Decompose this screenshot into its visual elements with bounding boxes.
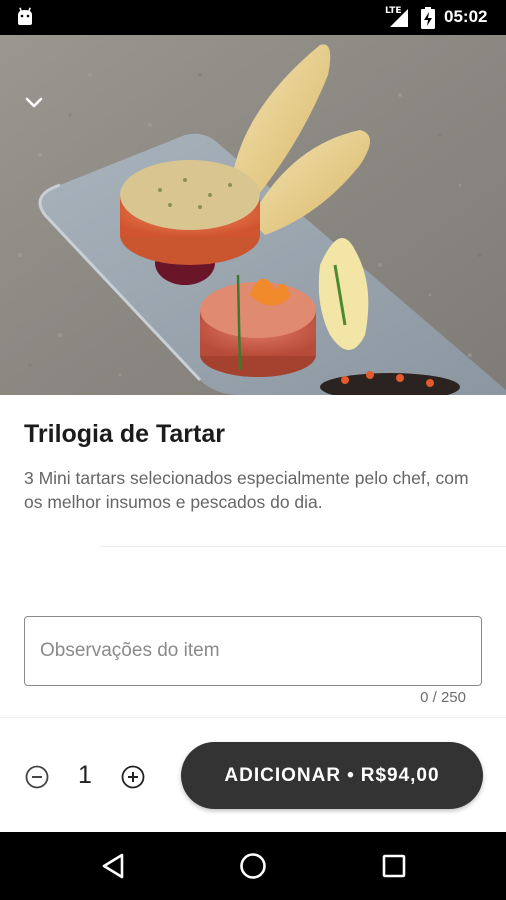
add-button-separator: •: [347, 764, 355, 786]
nav-back-button[interactable]: [98, 850, 130, 882]
clock: 05:02: [444, 7, 488, 26]
close-button[interactable]: [24, 95, 56, 123]
product-title: Trilogia de Tartar: [24, 420, 225, 448]
status-bar: LTE 05:02: [0, 0, 506, 35]
notes-char-counter: 0 / 250: [420, 689, 466, 706]
nav-recents-button[interactable]: [378, 850, 410, 882]
recents-square-icon: [382, 854, 406, 878]
divider: [100, 546, 506, 547]
back-triangle-icon: [102, 853, 124, 879]
home-circle-icon: [240, 853, 266, 879]
minus-circle-icon: [25, 765, 49, 789]
chevron-down-icon: [25, 97, 43, 108]
add-button-price: R$94,00: [360, 764, 440, 786]
increase-quantity-button[interactable]: [121, 765, 145, 789]
item-notes-input[interactable]: [25, 617, 481, 685]
add-button-label: ADICIONAR: [224, 764, 342, 786]
system-nav-bar: [0, 832, 506, 900]
decrease-quantity-button[interactable]: [25, 765, 49, 789]
quantity-value: 1: [78, 761, 92, 789]
battery-charging-icon: [421, 7, 435, 29]
nav-home-button[interactable]: [237, 850, 269, 882]
product-photo: [0, 35, 506, 395]
signal-icon: [390, 9, 408, 27]
plus-circle-icon: [121, 765, 145, 789]
divider: [0, 717, 506, 718]
add-to-cart-button[interactable]: ADICIONAR • R$94,00: [181, 742, 483, 809]
android-icon: [18, 7, 32, 25]
product-description: 3 Mini tartars selecionados especialment…: [24, 468, 469, 512]
item-notes-field[interactable]: [24, 616, 482, 686]
